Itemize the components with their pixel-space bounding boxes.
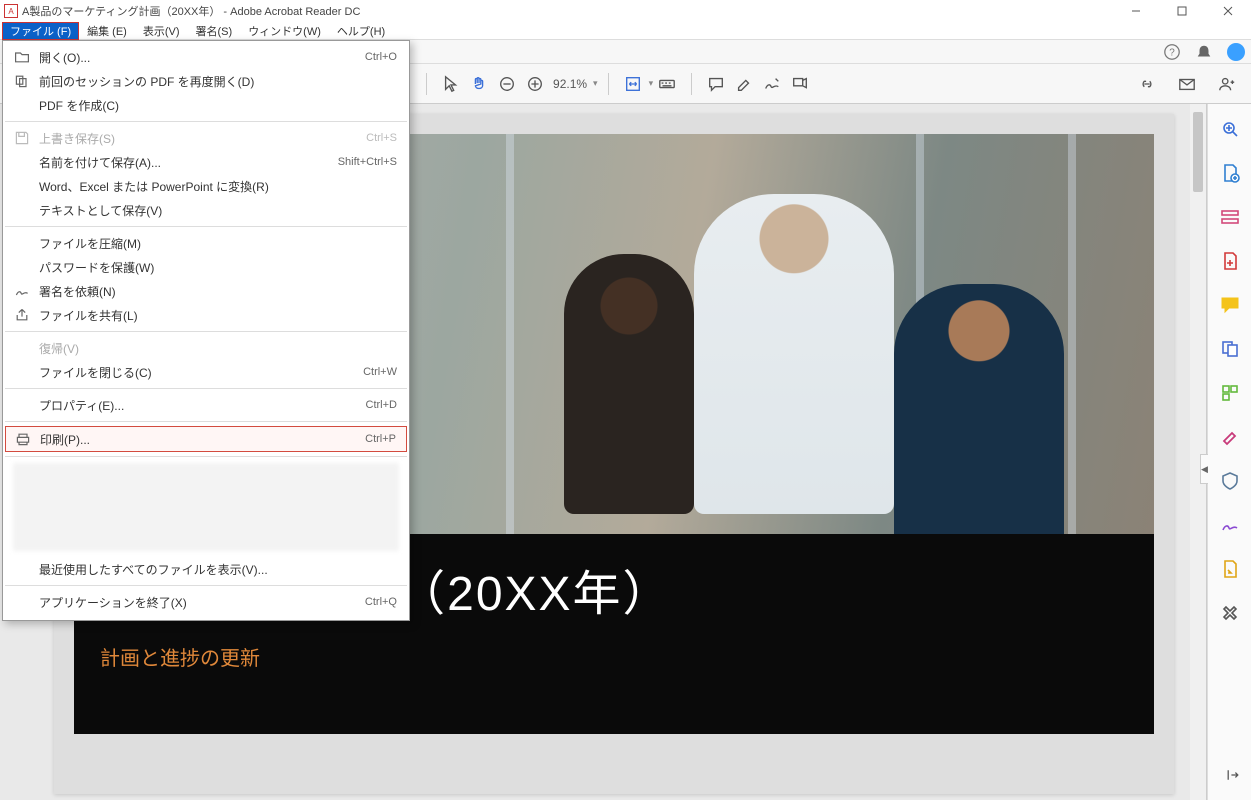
menu-savetext[interactable]: テキストとして保存(V)	[3, 198, 409, 222]
more-tools-icon[interactable]	[1219, 602, 1241, 624]
menu-reopen[interactable]: 前回のセッションの PDF を再度開く(D)	[3, 69, 409, 93]
vertical-scrollbar[interactable]	[1190, 104, 1206, 800]
file-menu-dropdown: 開く(O)...Ctrl+O 前回のセッションの PDF を再度開く(D) PD…	[2, 40, 410, 621]
zoom-in-button[interactable]	[521, 70, 549, 98]
convert-icon[interactable]	[1219, 558, 1241, 580]
pointer-tool[interactable]	[437, 70, 465, 98]
edit-pdf-icon[interactable]	[1219, 206, 1241, 228]
search-tool-icon[interactable]	[1219, 118, 1241, 140]
zoom-dropdown[interactable]: ▾	[593, 78, 598, 89]
save-icon	[11, 130, 33, 146]
menu-properties[interactable]: プロパティ(E)...Ctrl+D	[3, 393, 409, 417]
combine-icon[interactable]	[1219, 338, 1241, 360]
comment-tool-icon[interactable]	[1219, 294, 1241, 316]
comment-button[interactable]	[702, 70, 730, 98]
expand-rail-icon[interactable]	[1225, 767, 1241, 786]
bell-icon[interactable]	[1195, 43, 1213, 61]
help-icon[interactable]: ?	[1163, 43, 1181, 61]
tools-rail: ◀	[1207, 104, 1251, 800]
menu-bar: ファイル (F) 編集 (E) 表示(V) 署名(S) ウィンドウ(W) ヘルプ…	[0, 22, 1251, 40]
menu-saveas[interactable]: 名前を付けて保存(A)...Shift+Ctrl+S	[3, 150, 409, 174]
keyboard-icon[interactable]	[653, 70, 681, 98]
zoom-out-button[interactable]	[493, 70, 521, 98]
create-pdf-icon[interactable]	[1219, 250, 1241, 272]
folder-open-icon	[11, 49, 33, 65]
menu-share[interactable]: ファイルを共有(L)	[3, 303, 409, 327]
reopen-icon	[11, 73, 33, 89]
menu-reqsign[interactable]: 署名を依頼(N)	[3, 279, 409, 303]
fit-width-button[interactable]	[619, 70, 647, 98]
close-button[interactable]	[1205, 0, 1251, 22]
menu-convert[interactable]: Word、Excel または PowerPoint に変換(R)	[3, 174, 409, 198]
window-title: A製品のマーケティング計画（20XX年） - Adobe Acrobat Rea…	[22, 3, 360, 19]
menu-compress[interactable]: ファイルを圧縮(M)	[3, 231, 409, 255]
menu-open[interactable]: 開く(O)...Ctrl+O	[3, 45, 409, 69]
stamp-button[interactable]	[786, 70, 814, 98]
menu-password[interactable]: パスワードを保護(W)	[3, 255, 409, 279]
rail-collapse[interactable]: ◀	[1200, 454, 1208, 484]
menu-file[interactable]: ファイル (F)	[2, 22, 79, 40]
sign-button[interactable]	[758, 70, 786, 98]
menu-view[interactable]: 表示(V)	[135, 22, 188, 40]
menu-save: 上書き保存(S)Ctrl+S	[3, 126, 409, 150]
avatar[interactable]	[1227, 43, 1245, 61]
upload-icon	[11, 307, 33, 323]
doc-subtitle: 計画と進捗の更新	[100, 642, 1128, 671]
minimize-button[interactable]	[1113, 0, 1159, 22]
link-icon[interactable]	[1133, 70, 1161, 98]
zoom-value: 92.1%	[553, 77, 587, 91]
hand-tool[interactable]	[465, 70, 493, 98]
menu-help[interactable]: ヘルプ(H)	[329, 22, 393, 40]
menu-sign[interactable]: 署名(S)	[188, 22, 241, 40]
menu-create-pdf[interactable]: PDF を作成(C)	[3, 93, 409, 117]
fill-sign-icon[interactable]	[1219, 514, 1241, 536]
title-bar: A A製品のマーケティング計画（20XX年） - Adobe Acrobat R…	[0, 0, 1251, 22]
compress-tool-icon[interactable]	[1219, 426, 1241, 448]
menu-print[interactable]: 印刷(P)...Ctrl+P	[5, 426, 407, 452]
menu-close[interactable]: ファイルを閉じる(C)Ctrl+W	[3, 360, 409, 384]
recent-files-blurred	[13, 463, 399, 551]
maximize-button[interactable]	[1159, 0, 1205, 22]
mail-icon[interactable]	[1173, 70, 1201, 98]
organize-icon[interactable]	[1219, 382, 1241, 404]
protect-icon[interactable]	[1219, 470, 1241, 492]
highlight-button[interactable]	[730, 70, 758, 98]
menu-edit[interactable]: 編集 (E)	[79, 22, 135, 40]
export-pdf-icon[interactable]	[1219, 162, 1241, 184]
menu-revert: 復帰(V)	[3, 336, 409, 360]
svg-text:?: ?	[1169, 48, 1175, 59]
menu-recent[interactable]: 最近使用したすべてのファイルを表示(V)...	[3, 557, 409, 581]
pdf-icon: A	[4, 4, 18, 18]
print-icon	[12, 431, 34, 447]
menu-window[interactable]: ウィンドウ(W)	[240, 22, 329, 40]
share-person-icon[interactable]	[1213, 70, 1241, 98]
sign-icon	[11, 283, 33, 299]
menu-exit[interactable]: アプリケーションを終了(X)Ctrl+Q	[3, 590, 409, 614]
